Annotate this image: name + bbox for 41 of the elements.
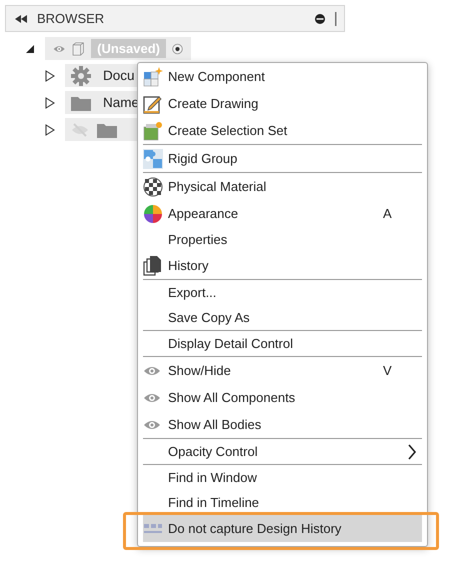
puzzle-icon bbox=[143, 148, 163, 168]
menu-item[interactable]: Export... bbox=[140, 280, 425, 305]
panel-title: BROWSER bbox=[37, 11, 104, 26]
tree-item-label[interactable]: Docu bbox=[103, 68, 135, 83]
menu-item[interactable]: Physical Material bbox=[140, 173, 425, 200]
tree-item-label[interactable]: Name bbox=[103, 95, 140, 110]
menu-item[interactable]: Rigid Group bbox=[140, 145, 425, 172]
menu-item[interactable]: Find in Window bbox=[140, 465, 425, 490]
menu-item[interactable]: Display Detail Control bbox=[140, 331, 425, 356]
minus-circle-icon[interactable] bbox=[315, 14, 325, 24]
divider-handle-icon[interactable] bbox=[335, 12, 338, 26]
capture-history-icon bbox=[143, 522, 163, 536]
menu-item[interactable]: Do not capture Design History bbox=[143, 515, 422, 542]
expanded-triangle-icon[interactable] bbox=[25, 44, 35, 54]
eye-icon bbox=[143, 364, 161, 376]
menu-item[interactable]: Save Copy As bbox=[140, 305, 425, 330]
collapsed-triangle-icon[interactable] bbox=[45, 96, 55, 108]
menu-item[interactable]: Properties bbox=[140, 227, 425, 252]
menu-item[interactable]: New Component bbox=[140, 63, 425, 90]
component-icon bbox=[143, 66, 163, 86]
documents-icon bbox=[143, 256, 163, 276]
menu-item[interactable]: Appearance A bbox=[140, 200, 425, 227]
menu-item[interactable]: Show All Components bbox=[140, 384, 425, 411]
eye-icon bbox=[143, 392, 161, 404]
folder-icon bbox=[97, 122, 117, 138]
menu-item[interactable]: Create Selection Set bbox=[140, 117, 425, 144]
menu-item[interactable]: Opacity Control bbox=[140, 439, 425, 464]
collapsed-triangle-icon[interactable] bbox=[45, 124, 55, 136]
menu-item[interactable]: Show All Bodies bbox=[140, 411, 425, 438]
checkered-ball-icon bbox=[143, 176, 163, 196]
collapse-icon[interactable] bbox=[15, 14, 27, 22]
menu-item[interactable]: Create Drawing bbox=[140, 90, 425, 117]
drawing-icon bbox=[143, 94, 163, 114]
menu-item[interactable]: History bbox=[140, 252, 425, 279]
color-wheel-icon bbox=[143, 204, 163, 224]
eye-icon bbox=[143, 418, 161, 430]
menu-item[interactable]: Show/Hide V bbox=[140, 357, 425, 384]
collapsed-triangle-icon[interactable] bbox=[45, 70, 55, 82]
selection-set-icon bbox=[143, 120, 163, 140]
folder-icon bbox=[71, 94, 91, 110]
menu-item[interactable]: Find in Timeline bbox=[140, 490, 425, 515]
